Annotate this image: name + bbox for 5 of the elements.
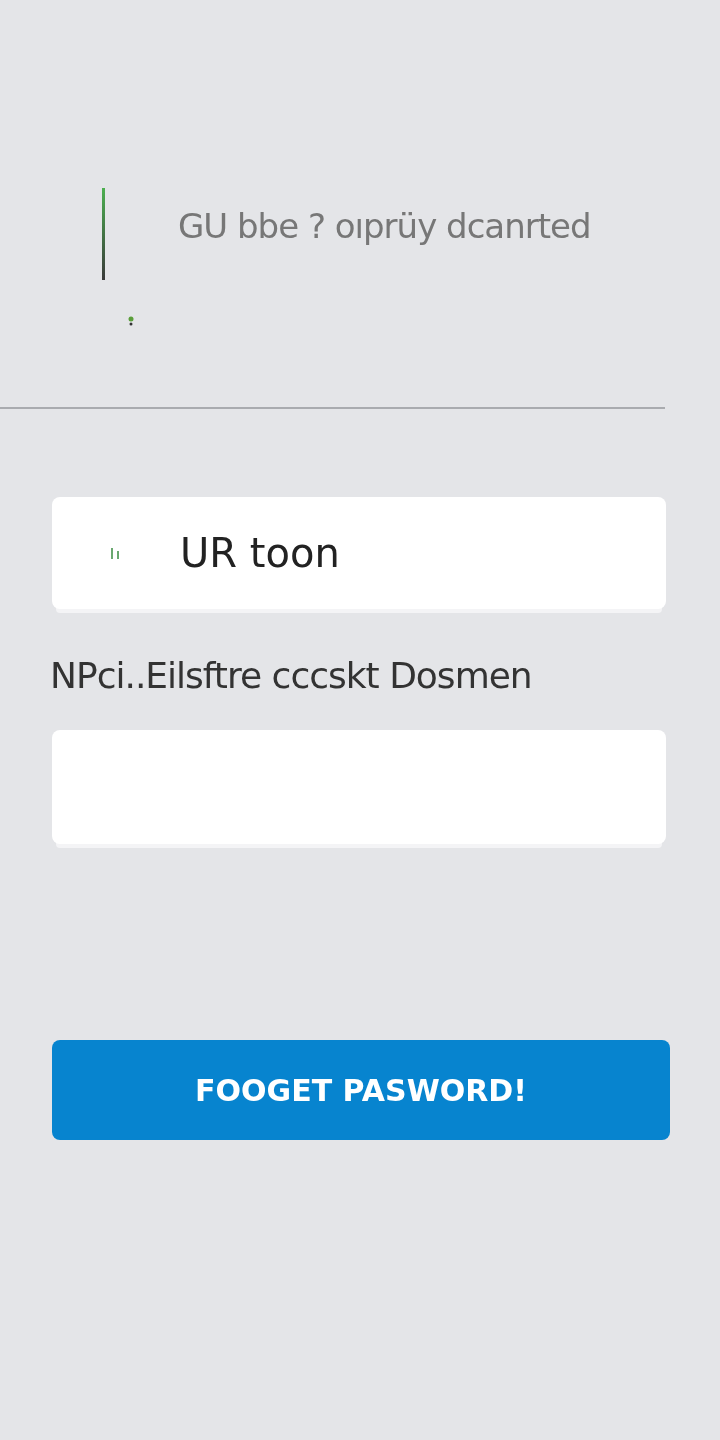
page-title: GU bbe ? oıprüy dcanrted (178, 205, 591, 246)
forgot-password-button[interactable]: FOOGET PASWORD! (52, 1040, 670, 1140)
dot-icon (128, 316, 134, 326)
field-icon (110, 546, 120, 560)
password-label: NPci..Eilsftre cccskt Dosmen (50, 655, 533, 696)
